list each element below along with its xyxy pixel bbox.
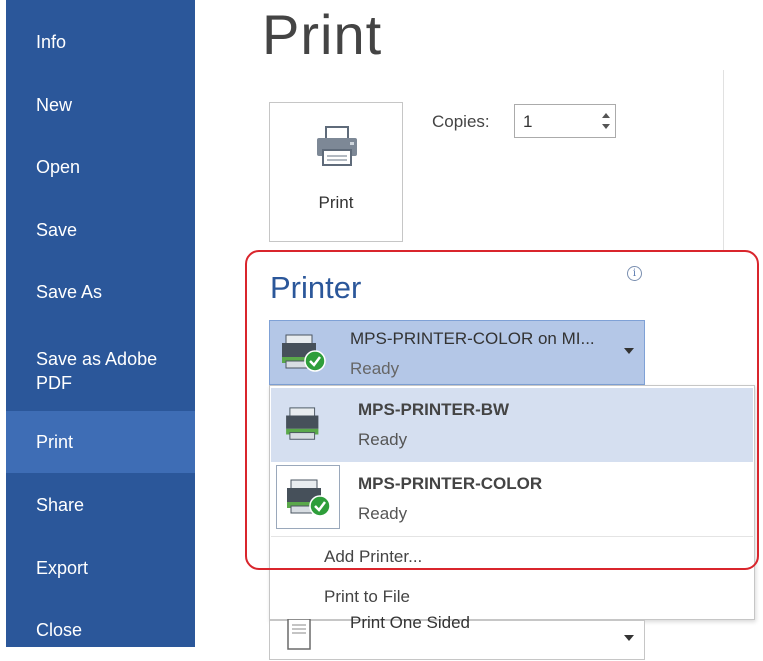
nav-item-new[interactable]: New	[6, 74, 195, 136]
selected-printer-status: Ready	[350, 359, 400, 378]
nav-item-share[interactable]: Share	[6, 474, 195, 536]
sides-setting-label: Print One Sided	[350, 613, 471, 632]
printer-ready-icon	[282, 334, 326, 372]
add-printer-item[interactable]: Add Printer...	[324, 547, 422, 567]
sides-setting-dropdown[interactable]: Print One Sided	[269, 613, 645, 660]
nav-item-label: Save As	[36, 282, 103, 302]
nav-item-label: Print	[36, 432, 74, 452]
printer-option-status: Ready	[358, 504, 408, 523]
copies-stepper[interactable]: 1	[514, 104, 616, 138]
nav-item-label: Export	[36, 558, 89, 578]
page-title: Print	[262, 3, 383, 66]
backstage-nav: Info New Open Save Save As Save as Adobe…	[6, 0, 195, 647]
print-button[interactable]: Print	[269, 102, 403, 242]
selected-printer-name: MPS-PRINTER-COLOR on MI...	[350, 329, 595, 348]
info-icon[interactable]: i	[627, 266, 642, 281]
nav-item-label: Close	[36, 620, 83, 640]
nav-item-close[interactable]: Close	[6, 599, 195, 661]
print-to-file-item[interactable]: Print to File	[324, 587, 410, 607]
nav-item-label: Share	[36, 495, 85, 515]
printer-option-bw[interactable]: MPS-PRINTER-BW Ready	[271, 388, 753, 462]
page-icon	[287, 619, 311, 650]
spin-down-icon[interactable]	[602, 124, 610, 129]
nav-item-save[interactable]: Save	[6, 199, 195, 261]
printer-option-icon-box	[276, 392, 340, 456]
nav-item-open[interactable]: Open	[6, 136, 195, 198]
print-button-label: Print	[318, 193, 354, 212]
printer-option-icon-box	[276, 465, 340, 529]
nav-item-label: Info	[36, 32, 67, 52]
nav-item-export[interactable]: Export	[6, 537, 195, 599]
printer-ready-icon	[287, 479, 331, 517]
printer-option-color[interactable]: MPS-PRINTER-COLOR Ready	[271, 462, 753, 536]
chevron-down-icon	[624, 635, 634, 641]
copies-value[interactable]: 1	[523, 112, 532, 132]
menu-separator	[271, 536, 753, 537]
nav-item-info[interactable]: Info	[6, 11, 195, 73]
spin-up-icon[interactable]	[602, 113, 610, 118]
nav-item-save-as[interactable]: Save As	[6, 261, 195, 323]
printer-heading: Printer	[270, 270, 362, 305]
printer-icon	[286, 407, 319, 440]
printer-option-status: Ready	[358, 430, 408, 449]
copies-label: Copies:	[432, 112, 490, 131]
printer-option-name: MPS-PRINTER-COLOR	[358, 474, 543, 493]
nav-item-label: Save as Adobe PDF	[36, 349, 158, 393]
nav-item-print[interactable]: Print	[6, 411, 195, 473]
printer-icon	[317, 126, 357, 166]
printer-dropdown-menu: MPS-PRINTER-BW Ready MPS-PRINTER-COLOR R…	[269, 385, 755, 620]
panel-divider	[723, 70, 724, 250]
printer-dropdown[interactable]: MPS-PRINTER-COLOR on MI... Ready	[269, 320, 645, 385]
copies-spin-buttons[interactable]	[597, 105, 615, 137]
nav-item-save-as-adobe-pdf[interactable]: Save as Adobe PDF	[6, 336, 195, 406]
printer-option-name: MPS-PRINTER-BW	[358, 400, 510, 419]
nav-item-label: Open	[36, 157, 81, 177]
chevron-down-icon	[624, 348, 634, 354]
nav-item-label: Save	[36, 220, 78, 240]
nav-item-label: New	[36, 95, 73, 115]
